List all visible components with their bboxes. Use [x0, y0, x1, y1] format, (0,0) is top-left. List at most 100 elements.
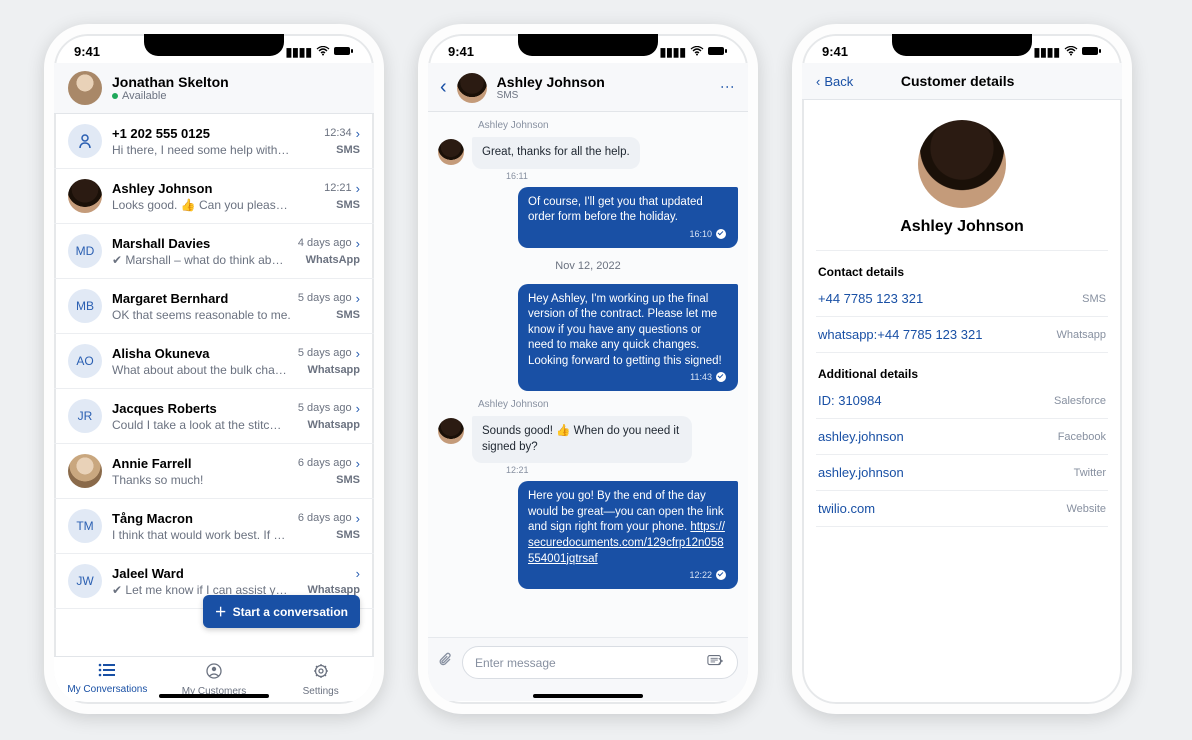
- user-presence: Available: [112, 90, 229, 102]
- contact-avatar-initials: MD: [68, 234, 102, 268]
- composer: Enter message: [428, 637, 748, 701]
- additional-detail-row[interactable]: ashley.johnsonFacebook: [816, 419, 1108, 455]
- additional-detail-row[interactable]: ID: 310984Salesforce: [816, 383, 1108, 419]
- chevron-right-icon: ›: [356, 126, 360, 141]
- notch: [144, 34, 284, 56]
- tab-my-conversations[interactable]: My Conversations: [54, 663, 161, 697]
- chat-messages[interactable]: Ashley Johnson Great, thanks for all the …: [428, 112, 748, 637]
- conversation-row[interactable]: TMTång Macron6 days ago ›I think that wo…: [54, 499, 374, 554]
- conv-preview: ✔ Marshall – what do think ab…: [112, 253, 283, 267]
- back-button[interactable]: ‹: [440, 76, 447, 99]
- contact-avatar: [438, 139, 464, 165]
- start-conversation-button[interactable]: ＋ Start a conversation: [203, 595, 360, 628]
- conv-time: 12:21 ›: [324, 181, 360, 196]
- chevron-right-icon: ›: [356, 511, 360, 526]
- conv-channel: SMS: [336, 199, 360, 211]
- chat-contact-name: Ashley Johnson: [497, 74, 710, 90]
- user-avatar[interactable]: [68, 71, 102, 105]
- sender-label: Ashley Johnson: [478, 399, 738, 410]
- contact-avatar: [438, 418, 464, 444]
- conv-channel: Whatsapp: [307, 419, 360, 431]
- status-icons: ▮▮▮▮: [660, 45, 728, 59]
- presence-dot-icon: [112, 93, 118, 99]
- conversation-row[interactable]: +1 202 555 012512:34 ›Hi there, I need s…: [54, 114, 374, 169]
- conversation-row[interactable]: MDMarshall Davies4 days ago ›✔ Marshall …: [54, 224, 374, 279]
- conv-name: Tång Macron: [112, 511, 193, 526]
- plus-icon: ＋: [215, 603, 227, 620]
- gear-icon: [313, 663, 329, 684]
- detail-source: Whatsapp: [1056, 329, 1106, 341]
- more-menu-icon[interactable]: ⋮: [720, 80, 736, 94]
- contact-detail-row[interactable]: whatsapp:+44 7785 123 321Whatsapp: [816, 317, 1108, 353]
- conv-preview: OK that seems reasonable to me.: [112, 308, 291, 322]
- contact-avatar-initials: MB: [68, 289, 102, 323]
- contact-avatar-initials: JW: [68, 564, 102, 598]
- status-time: 9:41: [822, 44, 848, 59]
- additional-detail-row[interactable]: ashley.johnson Twitter: [816, 455, 1108, 491]
- contact-detail-row[interactable]: +44 7785 123 321SMS: [816, 281, 1108, 317]
- chevron-right-icon: ›: [356, 236, 360, 251]
- customer-avatar: [918, 120, 1006, 208]
- details-body: Ashley Johnson Contact details +44 7785 …: [802, 100, 1122, 701]
- message-timestamp: 11:43: [528, 371, 728, 383]
- delivered-icon: [716, 570, 726, 580]
- conv-channel: Whatsapp: [307, 584, 360, 596]
- conversation-list[interactable]: +1 202 555 012512:34 ›Hi there, I need s…: [54, 114, 374, 656]
- message-timestamp: 16:11: [506, 171, 640, 181]
- message-bubble: Hey Ashley, I'm working up the final ver…: [518, 284, 738, 392]
- chat-channel: SMS: [497, 90, 710, 101]
- tab-settings[interactable]: Settings: [267, 663, 374, 697]
- contact-avatar[interactable]: [457, 73, 487, 103]
- phone-conversations: 9:41 ▮▮▮▮ Jonathan Skelton Available +1 …: [44, 24, 384, 714]
- message-outgoing: Hey Ashley, I'm working up the final ver…: [438, 284, 738, 392]
- contact-avatar-initials: TM: [68, 509, 102, 543]
- conv-channel: SMS: [336, 144, 360, 156]
- message-input[interactable]: Enter message: [462, 646, 738, 679]
- additional-detail-row[interactable]: twilio.comWebsite: [816, 491, 1108, 527]
- person-circle-icon: [206, 663, 222, 684]
- message-link[interactable]: https://securedocuments.com/129cfrp12n05…: [528, 521, 725, 564]
- phone-chat: 9:41 ▮▮▮▮ ‹ Ashley Johnson SMS ⋮ Ashley …: [418, 24, 758, 714]
- contact-avatar: [68, 179, 102, 213]
- date-separator: Nov 12, 2022: [438, 260, 738, 272]
- conv-time: 12:34 ›: [324, 126, 360, 141]
- battery-icon: [1082, 45, 1102, 59]
- conversation-row[interactable]: AOAlisha Okuneva5 days ago ›What about a…: [54, 334, 374, 389]
- detail-source: Facebook: [1058, 431, 1106, 443]
- conv-preview: Thanks so much!: [112, 473, 203, 487]
- signal-icon: ▮▮▮▮: [1034, 45, 1060, 59]
- contact-avatar-initials: AO: [68, 344, 102, 378]
- details-header: ‹ Back Customer details: [802, 63, 1122, 100]
- conv-time: 6 days ago ›: [298, 456, 360, 471]
- battery-icon: [334, 45, 354, 59]
- delivered-icon: [716, 372, 726, 382]
- conversation-row[interactable]: MBMargaret Bernhard5 days ago ›OK that s…: [54, 279, 374, 334]
- chevron-right-icon: ›: [356, 181, 360, 196]
- notch: [518, 34, 658, 56]
- back-button[interactable]: ‹ Back: [816, 74, 853, 89]
- anon-avatar-icon: [68, 124, 102, 158]
- conv-preview: Could I take a look at the stitc…: [112, 418, 281, 432]
- conversation-row[interactable]: Annie Farrell6 days ago ›Thanks so much!…: [54, 444, 374, 499]
- tab-my-customers[interactable]: My Customers: [161, 663, 268, 697]
- wifi-icon: [690, 45, 704, 59]
- detail-value: ID: 310984: [818, 393, 882, 408]
- signal-icon: ▮▮▮▮: [660, 45, 686, 59]
- attachment-icon[interactable]: [438, 652, 454, 673]
- message-bubble: Here you go! By the end of the day would…: [518, 481, 738, 589]
- message-bubble: Great, thanks for all the help.: [472, 137, 640, 169]
- send-icon[interactable]: [707, 654, 725, 671]
- detail-value: ashley.johnson: [818, 465, 904, 480]
- detail-source: Twitter: [1074, 467, 1106, 479]
- details-title: Customer details: [901, 73, 1015, 89]
- conversation-row[interactable]: JRJacques Roberts5 days ago ›Could I tak…: [54, 389, 374, 444]
- customer-name: Ashley Johnson: [816, 218, 1108, 251]
- conversation-row[interactable]: Ashley Johnson12:21 ›Looks good. 👍 Can y…: [54, 169, 374, 224]
- home-indicator: [159, 694, 269, 698]
- message-timestamp: 12:22: [528, 569, 728, 581]
- notch: [892, 34, 1032, 56]
- conv-channel: WhatsApp: [306, 254, 360, 266]
- chevron-right-icon: ›: [356, 401, 360, 416]
- home-indicator: [907, 694, 1017, 698]
- chevron-right-icon: ›: [356, 291, 360, 306]
